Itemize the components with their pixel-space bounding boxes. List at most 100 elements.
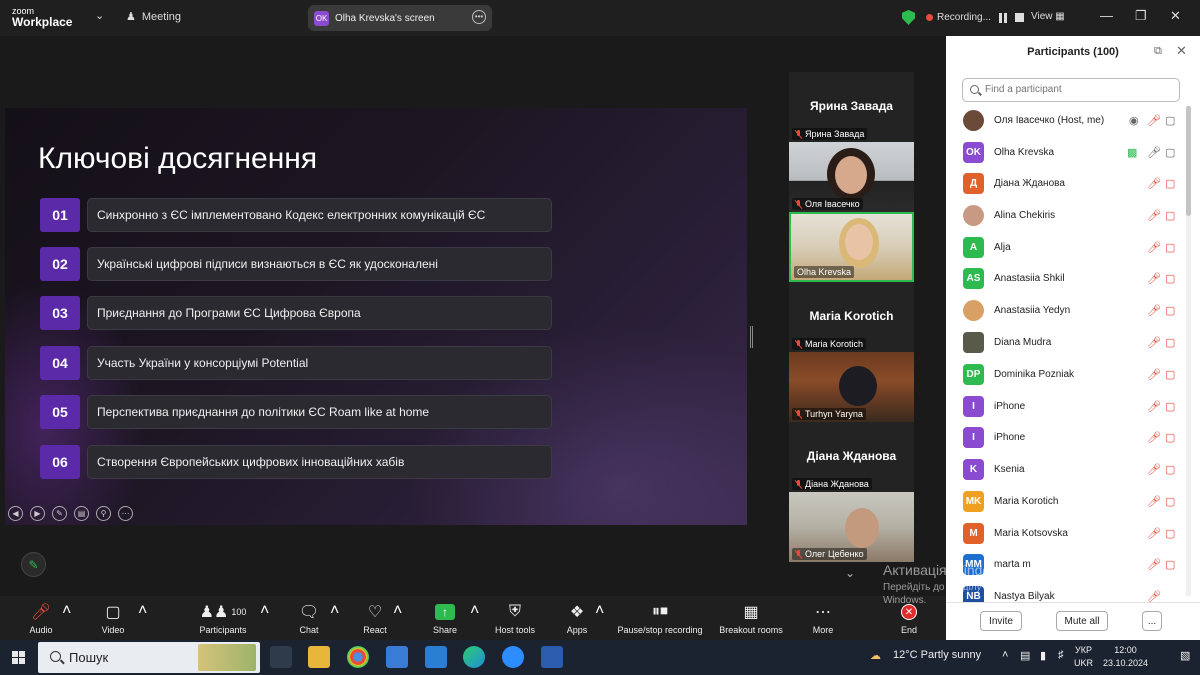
participant-search[interactable] xyxy=(962,78,1180,102)
video-off-icon[interactable]: ▢ xyxy=(1165,336,1175,349)
mic-off-icon[interactable]: 🎤︎ xyxy=(1147,177,1161,190)
mic-off-icon[interactable]: 🎤︎ xyxy=(1147,495,1161,508)
end-button[interactable]: ✕ End xyxy=(892,602,926,638)
video-button[interactable]: ▢ Video xyxy=(94,602,132,638)
video-off-icon[interactable]: ▢ xyxy=(1165,431,1175,444)
mic-off-icon[interactable]: 🎤︎ xyxy=(1147,431,1161,444)
zoom-app-icon[interactable] xyxy=(502,646,524,668)
file-explorer-icon[interactable] xyxy=(308,646,330,668)
chrome-icon[interactable] xyxy=(347,646,369,668)
clock[interactable]: 12:00 23.10.2024 xyxy=(1103,644,1148,670)
breakout-rooms-button[interactable]: ▦ Breakout rooms xyxy=(716,602,786,638)
mute-all-button[interactable]: Mute all xyxy=(1056,611,1108,631)
video-off-icon[interactable]: ▢ xyxy=(1165,272,1175,285)
weather-text[interactable]: 12°C Partly sunny xyxy=(893,649,981,661)
stop-recording-icon[interactable] xyxy=(1014,13,1024,22)
panel-scrollbar[interactable] xyxy=(1186,106,1191,596)
participant-row[interactable]: M Maria Kotsovska 🎤︎ ▢ xyxy=(963,521,1193,545)
react-caret-icon[interactable]: ˄ xyxy=(393,602,402,638)
video-off-icon[interactable]: ▢ xyxy=(1165,463,1175,476)
video-off-icon[interactable]: ▢ xyxy=(1165,527,1175,540)
task-view-icon[interactable] xyxy=(270,646,292,668)
word-icon[interactable] xyxy=(541,646,563,668)
video-tile-active-speaker[interactable]: Olha Krevska xyxy=(789,212,914,282)
battery-icon[interactable]: ▮ xyxy=(1040,649,1046,662)
video-icon[interactable]: ▢ xyxy=(1165,146,1175,159)
view-button[interactable]: View ▦ xyxy=(1031,11,1065,22)
pause-recording-icon[interactable] xyxy=(998,12,1009,23)
zoom-logo[interactable]: zoom Workplace xyxy=(12,6,72,28)
mic-off-icon[interactable]: 🎤︎ xyxy=(1147,463,1161,476)
mic-off-icon[interactable]: 🎤︎ xyxy=(1147,558,1161,571)
mic-icon[interactable]: 🎤︎ xyxy=(1147,146,1161,159)
share-caret-icon[interactable]: ˄ xyxy=(470,602,479,638)
video-tile[interactable]: Maria Korotich Maria Korotich xyxy=(789,282,914,352)
mic-off-icon[interactable]: 🎤︎ xyxy=(1147,400,1161,413)
pause-stop-recording-button[interactable]: ⏸⏹ Pause/stop recording xyxy=(612,602,708,638)
network-icon[interactable]: ▤ xyxy=(1020,649,1030,662)
video-off-icon[interactable]: ▢ xyxy=(1165,400,1175,413)
chat-caret-icon[interactable]: ˄ xyxy=(330,602,339,638)
chevron-down-icon[interactable]: ⌄ xyxy=(95,9,104,22)
mic-off-icon[interactable]: 🎤︎ xyxy=(1147,527,1161,540)
participant-row[interactable]: MK Maria Korotich 🎤︎ ▢ xyxy=(963,489,1193,513)
mic-off-icon[interactable]: 🎤︎ xyxy=(1147,272,1161,285)
mic-off-icon[interactable]: 🎤︎ xyxy=(1147,114,1161,127)
more-button[interactable]: ... xyxy=(1142,611,1162,631)
participants-caret-icon[interactable]: ˄ xyxy=(260,602,269,638)
mic-off-icon[interactable]: 🎤︎ xyxy=(1147,368,1161,381)
participant-row[interactable]: I iPhone 🎤︎ ▢ xyxy=(963,425,1193,449)
video-options-caret-icon[interactable]: ˄ xyxy=(138,602,147,638)
share-button[interactable]: ↑ Share xyxy=(426,602,464,638)
annotate-pencil-icon[interactable]: ✎ xyxy=(21,552,46,577)
minimize-icon[interactable]: — xyxy=(1100,8,1113,23)
edge-icon[interactable] xyxy=(463,646,485,668)
volume-icon[interactable]: ♯ xyxy=(1058,649,1064,661)
participant-row[interactable]: Оля Івасечко (Host, me) ◉ 🎤︎ ▢ xyxy=(963,108,1193,132)
participant-row[interactable]: A Alja 🎤︎ ▢ xyxy=(963,235,1193,259)
video-icon[interactable]: ▢ xyxy=(1165,114,1175,127)
store-icon[interactable] xyxy=(386,646,408,668)
participant-row[interactable]: DP Dominika Pozniak 🎤︎ ▢ xyxy=(963,362,1193,386)
close-window-icon[interactable]: ✕ xyxy=(1170,8,1181,24)
video-tile[interactable]: Оля Івасечко xyxy=(789,142,914,212)
apps-caret-icon[interactable]: ˄ xyxy=(595,602,604,638)
apps-button[interactable]: ❖ Apps xyxy=(560,602,594,638)
slides-grid-icon[interactable]: ▤ xyxy=(74,506,89,521)
windows-start-icon[interactable] xyxy=(12,651,25,664)
audio-button[interactable]: 🎤︎ Audio xyxy=(22,602,60,638)
participant-row[interactable]: AS Anastasiia Shkil 🎤︎ ▢ xyxy=(963,266,1193,290)
close-icon[interactable]: ✕ xyxy=(1176,43,1187,59)
chevron-down-icon[interactable]: ⌄ xyxy=(845,566,855,580)
video-off-icon[interactable]: ▢ xyxy=(1165,368,1175,381)
video-off-icon[interactable]: ▢ xyxy=(1165,495,1175,508)
mail-icon[interactable] xyxy=(425,646,447,668)
notifications-icon[interactable]: ▧ xyxy=(1180,649,1190,662)
participant-row[interactable]: Anastasiia Yedyn 🎤︎ ▢ xyxy=(963,298,1193,322)
language-indicator[interactable]: УКР UKR xyxy=(1074,644,1093,670)
popout-icon[interactable]: ⧉ xyxy=(1154,45,1162,58)
video-tile[interactable]: Ярина Завада Ярина Завада xyxy=(789,72,914,142)
chat-button[interactable]: 🗨︎ Chat xyxy=(292,602,326,638)
encryption-shield-icon[interactable] xyxy=(902,10,915,25)
video-tile[interactable]: Олег Цебенко xyxy=(789,492,914,562)
more-icon[interactable]: ••• xyxy=(472,10,486,24)
scrollbar-thumb[interactable] xyxy=(1186,106,1191,216)
host-tools-button[interactable]: ⛨ Host tools xyxy=(490,602,540,638)
mic-off-icon[interactable]: 🎤︎ xyxy=(1147,209,1161,222)
tray-chevron-up-icon[interactable]: ˄ xyxy=(1002,649,1008,661)
zoom-magnifier-icon[interactable]: ⚲ xyxy=(96,506,111,521)
participant-row[interactable]: OK Olha Krevska ▩ 🎤︎ ▢ xyxy=(963,140,1193,164)
pen-icon[interactable]: ✎ xyxy=(52,506,67,521)
mic-off-icon[interactable]: 🎤︎ xyxy=(1147,336,1161,349)
search-input[interactable] xyxy=(985,84,1165,95)
video-off-icon[interactable]: ▢ xyxy=(1165,304,1175,317)
video-off-icon[interactable]: ▢ xyxy=(1165,177,1175,190)
participant-row[interactable]: K Ksenia 🎤︎ ▢ xyxy=(963,457,1193,481)
screen-share-pill[interactable]: OK Olha Krevska's screen ••• xyxy=(308,5,492,31)
mic-off-icon[interactable]: 🎤︎ xyxy=(1147,590,1161,602)
more-options-icon[interactable]: ⋯ xyxy=(118,506,133,521)
react-button[interactable]: ♡ React xyxy=(358,602,392,638)
mic-off-icon[interactable]: 🎤︎ xyxy=(1147,304,1161,317)
video-tile[interactable]: Діана Жданова Діана Жданова xyxy=(789,422,914,492)
